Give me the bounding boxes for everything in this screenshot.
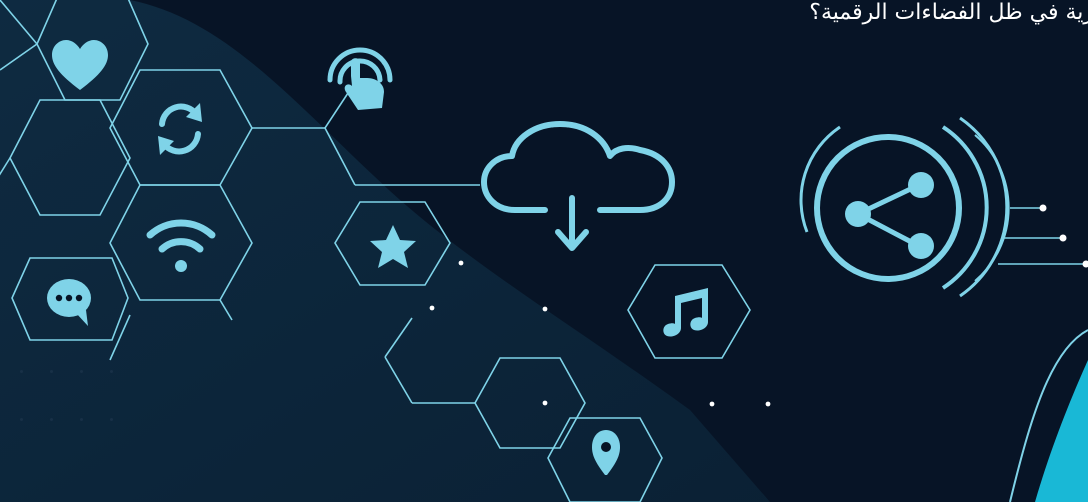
dot-grid	[20, 370, 150, 430]
hex-music	[627, 264, 751, 359]
touch-icon	[327, 47, 393, 110]
headline-text: رية في ظل الفضاءات الرقمية؟	[809, 0, 1088, 25]
network-illustration	[0, 0, 1088, 502]
share-icon	[799, 116, 1088, 298]
music-icon	[663, 288, 708, 337]
cloud-download-icon	[481, 121, 675, 251]
corner-accent	[1035, 360, 1088, 502]
